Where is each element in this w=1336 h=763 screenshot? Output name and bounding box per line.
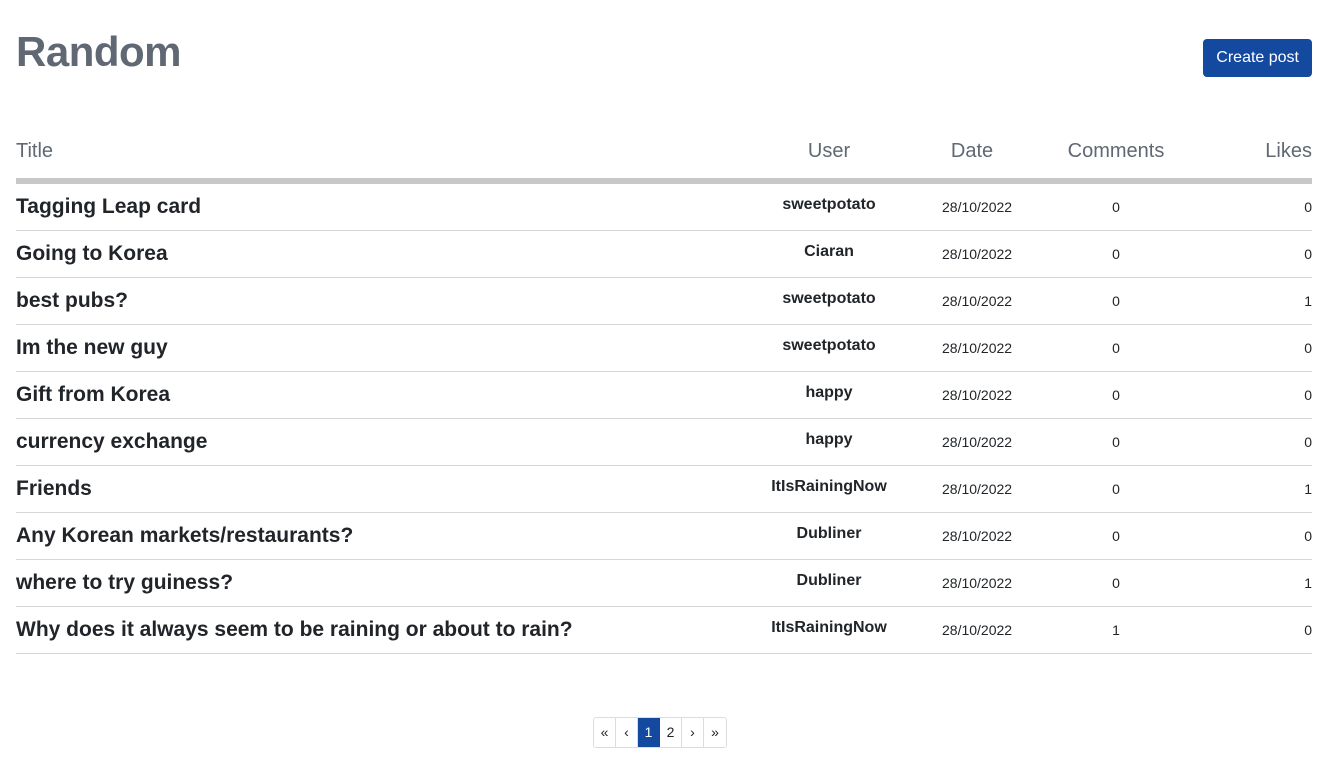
page: Random Create post Title User Date Comme… [0, 0, 1336, 763]
first-page-button[interactable]: « [594, 718, 616, 747]
table-row[interactable]: Friends ItIsRainingNow 28/10/2022 0 1 [16, 463, 1312, 513]
previous-page-button[interactable]: ‹ [616, 718, 638, 747]
post-likes-count: 1 [1230, 559, 1312, 607]
post-likes-count: 0 [1230, 512, 1312, 560]
table-row[interactable]: Going to Korea Ciaran 28/10/2022 0 0 [16, 228, 1312, 278]
page-header: Random Create post [16, 22, 1312, 92]
post-comments-count: 0 [1002, 324, 1230, 372]
post-date: 28/10/2022 [942, 606, 1012, 654]
post-comments-count: 0 [1002, 418, 1230, 466]
post-likes-count: 0 [1230, 181, 1312, 231]
post-likes-count: 0 [1230, 324, 1312, 372]
post-comments-count: 1 [1002, 606, 1230, 654]
post-date: 28/10/2022 [942, 181, 1012, 231]
post-user: ItIsRainingNow [716, 463, 942, 511]
post-user: Dubliner [716, 510, 942, 558]
post-user: sweetpotato [716, 322, 942, 370]
column-header-comments: Comments [1002, 124, 1230, 184]
post-comments-count: 0 [1002, 181, 1230, 231]
post-title-link[interactable]: Any Korean markets/restaurants? [16, 512, 716, 560]
post-comments-count: 0 [1002, 277, 1230, 325]
post-title-link[interactable]: Why does it always seem to be raining or… [16, 606, 716, 654]
table-row[interactable]: Gift from Korea happy 28/10/2022 0 0 [16, 369, 1312, 419]
post-user: Dubliner [716, 557, 942, 605]
post-title-link[interactable]: currency exchange [16, 418, 716, 466]
posts-table: Title User Date Comments Likes Tagging L… [16, 124, 1312, 654]
post-title-link[interactable]: Im the new guy [16, 324, 716, 372]
post-comments-count: 0 [1002, 371, 1230, 419]
post-likes-count: 0 [1230, 371, 1312, 419]
column-header-date: Date [942, 124, 1002, 184]
table-row[interactable]: Im the new guy sweetpotato 28/10/2022 0 0 [16, 322, 1312, 372]
post-title-link[interactable]: Going to Korea [16, 230, 716, 278]
post-date: 28/10/2022 [942, 230, 1012, 278]
table-row[interactable]: Why does it always seem to be raining or… [16, 604, 1312, 654]
post-likes-count: 1 [1230, 465, 1312, 513]
page-title: Random [16, 28, 182, 75]
post-likes-count: 0 [1230, 418, 1312, 466]
table-row[interactable]: Any Korean markets/restaurants? Dubliner 2… [16, 510, 1312, 560]
post-user: ItIsRainingNow [716, 604, 942, 652]
table-row[interactable]: best pubs? sweetpotato 28/10/2022 0 1 [16, 275, 1312, 325]
post-title-link[interactable]: Tagging Leap card [16, 181, 716, 231]
post-date: 28/10/2022 [942, 559, 1012, 607]
column-header-likes: Likes [1230, 124, 1312, 184]
create-post-button[interactable]: Create post [1203, 39, 1312, 77]
post-comments-count: 0 [1002, 465, 1230, 513]
post-title-link[interactable]: best pubs? [16, 277, 716, 325]
page-button-2[interactable]: 2 [660, 718, 682, 747]
post-user: happy [716, 416, 942, 464]
post-comments-count: 0 [1002, 512, 1230, 560]
table-row[interactable]: Tagging Leap card sweetpotato 28/10/2022 0 0 [16, 179, 1312, 231]
post-title-link[interactable]: Gift from Korea [16, 371, 716, 419]
post-likes-count: 0 [1230, 230, 1312, 278]
post-user: sweetpotato [716, 179, 942, 229]
next-page-button[interactable]: › [682, 718, 704, 747]
column-header-title: Title [16, 124, 716, 184]
post-date: 28/10/2022 [942, 465, 1012, 513]
post-comments-count: 0 [1002, 559, 1230, 607]
post-date: 28/10/2022 [942, 324, 1012, 372]
pagination: « ‹ 1 2 › » [593, 717, 727, 748]
column-header-user: User [716, 124, 942, 184]
post-comments-count: 0 [1002, 230, 1230, 278]
post-title-link[interactable]: Friends [16, 465, 716, 513]
post-date: 28/10/2022 [942, 512, 1012, 560]
table-row[interactable]: currency exchange happy 28/10/2022 0 0 [16, 416, 1312, 466]
table-row[interactable]: where to try guiness? Dubliner 28/10/2022 0… [16, 557, 1312, 607]
post-date: 28/10/2022 [942, 418, 1012, 466]
last-page-button[interactable]: » [704, 718, 726, 747]
post-likes-count: 0 [1230, 606, 1312, 654]
post-title-link[interactable]: where to try guiness? [16, 559, 716, 607]
post-date: 28/10/2022 [942, 371, 1012, 419]
page-button-1[interactable]: 1 [638, 718, 660, 747]
post-date: 28/10/2022 [942, 277, 1012, 325]
post-user: Ciaran [716, 228, 942, 276]
table-header-row: Title User Date Comments Likes [16, 124, 1312, 184]
post-likes-count: 1 [1230, 277, 1312, 325]
post-user: sweetpotato [716, 275, 942, 323]
post-user: happy [716, 369, 942, 417]
